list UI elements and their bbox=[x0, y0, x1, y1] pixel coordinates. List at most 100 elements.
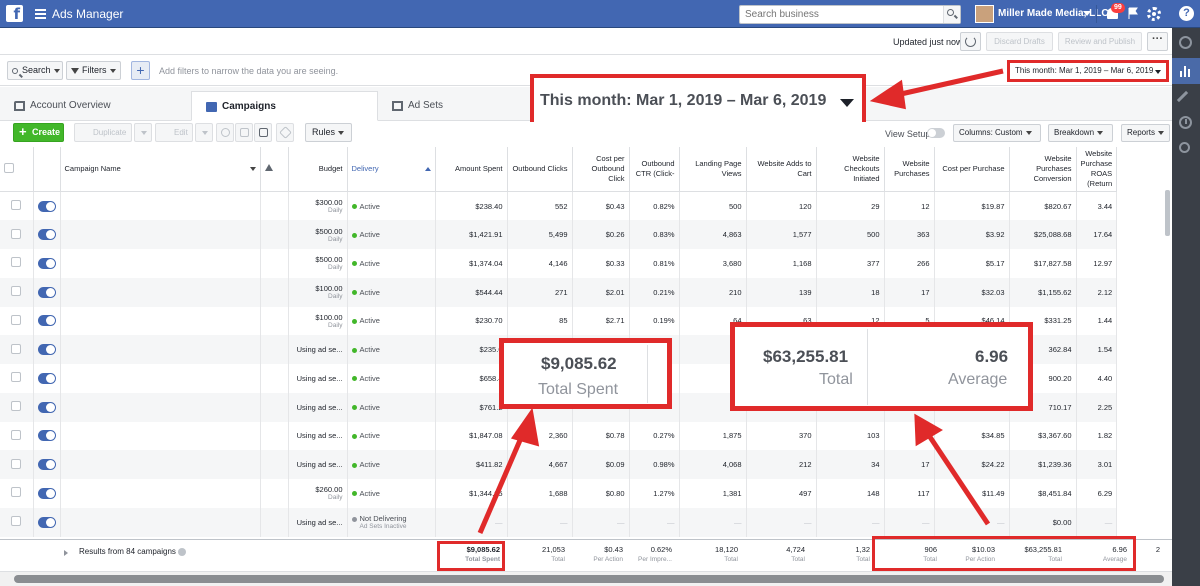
budget-cell[interactable]: Using ad se... bbox=[288, 364, 348, 393]
row-checkbox[interactable] bbox=[11, 372, 22, 383]
help-icon[interactable]: ? bbox=[1179, 6, 1194, 21]
campaign-name-cell[interactable] bbox=[60, 450, 261, 479]
search-business-field[interactable] bbox=[739, 5, 961, 24]
sidebar-item-reporting[interactable] bbox=[1172, 58, 1200, 84]
row-checkbox[interactable] bbox=[11, 286, 22, 297]
search-dropdown-button[interactable]: Search bbox=[7, 61, 63, 80]
row-select-cell[interactable] bbox=[0, 421, 34, 451]
view-setup-toggle[interactable] bbox=[927, 128, 945, 138]
campaign-name-cell[interactable] bbox=[60, 507, 261, 537]
budget-cell[interactable]: $260.00 Daily bbox=[288, 479, 348, 508]
filters-dropdown-button[interactable]: Filters bbox=[66, 61, 121, 80]
column-header-cost-per-outbound-click[interactable]: Cost per Outbound Click bbox=[572, 147, 630, 192]
column-header-landing-page-views[interactable]: Landing Page Views bbox=[679, 147, 747, 192]
budget-cell[interactable]: Using ad se... bbox=[288, 507, 348, 537]
row-select-cell[interactable] bbox=[0, 220, 34, 249]
delete-button[interactable] bbox=[235, 123, 253, 142]
column-header-checkouts[interactable]: Website Checkouts Initiated bbox=[816, 147, 885, 192]
vertical-scrollbar[interactable] bbox=[1165, 190, 1170, 236]
tab-account-overview[interactable]: Account Overview bbox=[0, 91, 190, 121]
facebook-logo-icon[interactable]: f bbox=[6, 5, 23, 22]
table-row[interactable]: $500.00 Daily Active $1,421.91 5,499 $0.26 0.8… bbox=[0, 220, 1118, 249]
campaign-name-cell[interactable] bbox=[60, 191, 261, 221]
budget-cell[interactable]: Using ad se... bbox=[288, 421, 348, 451]
add-filter-button[interactable]: + bbox=[131, 61, 150, 80]
search-business-input[interactable] bbox=[740, 6, 940, 23]
hamburger-menu-icon[interactable] bbox=[35, 9, 46, 19]
row-select-cell[interactable] bbox=[0, 249, 34, 278]
preview-button[interactable] bbox=[254, 123, 272, 142]
edit-dropdown-button[interactable] bbox=[195, 123, 213, 142]
select-all-header[interactable] bbox=[0, 147, 34, 192]
breakdown-dropdown-button[interactable]: Breakdown bbox=[1048, 124, 1113, 142]
row-checkbox[interactable] bbox=[11, 401, 22, 412]
campaign-name-cell[interactable] bbox=[60, 277, 261, 307]
budget-cell[interactable]: Using ad se... bbox=[288, 450, 348, 479]
budget-cell[interactable]: Using ad se... bbox=[288, 392, 348, 422]
row-toggle-cell[interactable] bbox=[33, 306, 61, 336]
campaign-name-cell[interactable] bbox=[60, 249, 261, 278]
expand-arrow-icon[interactable] bbox=[64, 550, 68, 556]
campaign-name-cell[interactable] bbox=[60, 220, 261, 249]
edit-button[interactable]: Edit bbox=[155, 123, 193, 142]
column-header-outbound-clicks[interactable]: Outbound Clicks bbox=[507, 147, 573, 192]
gear-icon[interactable] bbox=[1147, 7, 1161, 21]
campaign-name-cell[interactable] bbox=[60, 421, 261, 451]
discard-drafts-button[interactable]: Discard Drafts bbox=[986, 32, 1053, 51]
campaign-toggle[interactable] bbox=[37, 516, 56, 528]
row-select-cell[interactable] bbox=[0, 306, 34, 336]
row-toggle-cell[interactable] bbox=[33, 335, 61, 364]
budget-cell[interactable]: $100.00 Daily bbox=[288, 306, 348, 336]
budget-cell[interactable]: $100.00 Daily bbox=[288, 277, 348, 307]
row-select-cell[interactable] bbox=[0, 392, 34, 422]
horizontal-scrollbar[interactable] bbox=[0, 571, 1172, 586]
row-select-cell[interactable] bbox=[0, 450, 34, 479]
campaign-toggle[interactable] bbox=[37, 487, 56, 499]
campaign-toggle[interactable] bbox=[37, 200, 56, 212]
campaign-name-cell[interactable] bbox=[60, 306, 261, 336]
column-header-outbound-ctr[interactable]: Outbound CTR (Click- bbox=[629, 147, 680, 192]
account-name[interactable]: Miller Made Media, LLC bbox=[998, 8, 1109, 19]
avatar[interactable] bbox=[975, 5, 994, 23]
budget-cell[interactable]: Using ad se... bbox=[288, 335, 348, 364]
campaign-toggle[interactable] bbox=[37, 459, 56, 471]
campaign-toggle[interactable] bbox=[37, 401, 56, 413]
row-toggle-cell[interactable] bbox=[33, 220, 61, 249]
app-title[interactable]: Ads Manager bbox=[52, 7, 123, 21]
budget-cell[interactable]: $500.00 Daily bbox=[288, 220, 348, 249]
column-header-purchases[interactable]: Website Purchases bbox=[884, 147, 935, 192]
row-toggle-cell[interactable] bbox=[33, 364, 61, 393]
row-checkbox[interactable] bbox=[11, 257, 22, 268]
create-button[interactable]: Create bbox=[13, 123, 64, 142]
column-header-purchase-roas[interactable]: Website Purchase ROAS (Return bbox=[1076, 147, 1118, 192]
row-select-cell[interactable] bbox=[0, 479, 34, 508]
date-range-picker[interactable]: This month: Mar 1, 2019 – Mar 6, 2019 bbox=[1007, 60, 1169, 82]
table-row[interactable]: $300.00 Daily Active $238.40 552 $0.43 0.82% 50… bbox=[0, 191, 1118, 221]
sidebar-item-search[interactable] bbox=[1172, 136, 1200, 162]
row-select-cell[interactable] bbox=[0, 277, 34, 307]
row-checkbox[interactable] bbox=[11, 458, 22, 469]
row-toggle-cell[interactable] bbox=[33, 191, 61, 221]
budget-cell[interactable]: $300.00 Daily bbox=[288, 191, 348, 221]
row-select-cell[interactable] bbox=[0, 507, 34, 537]
row-select-cell[interactable] bbox=[0, 191, 34, 221]
row-checkbox[interactable] bbox=[11, 314, 22, 325]
table-row[interactable]: $500.00 Daily Active $1,374.04 4,146 $0.33 0.8… bbox=[0, 249, 1118, 278]
row-checkbox[interactable] bbox=[11, 228, 22, 239]
row-toggle-cell[interactable] bbox=[33, 450, 61, 479]
campaign-toggle[interactable] bbox=[37, 372, 56, 384]
reset-button[interactable] bbox=[216, 123, 234, 142]
table-row[interactable]: Using ad se... Active $1,847.08 2,360 $0.78 0… bbox=[0, 421, 1118, 451]
campaign-toggle[interactable] bbox=[37, 344, 56, 356]
row-checkbox[interactable] bbox=[11, 487, 22, 498]
flag-icon[interactable] bbox=[1128, 7, 1140, 19]
sidebar-item-overview[interactable] bbox=[1172, 30, 1200, 56]
row-toggle-cell[interactable] bbox=[33, 392, 61, 422]
rules-dropdown-button[interactable]: Rules bbox=[305, 123, 352, 142]
campaign-toggle[interactable] bbox=[37, 430, 56, 442]
select-all-checkbox[interactable] bbox=[4, 162, 14, 173]
account-dropdown-icon[interactable] bbox=[1083, 11, 1091, 16]
sidebar-item-history[interactable] bbox=[1172, 110, 1200, 136]
sidebar-item-edit[interactable] bbox=[1172, 84, 1200, 110]
tab-campaigns[interactable]: Campaigns bbox=[191, 91, 378, 121]
